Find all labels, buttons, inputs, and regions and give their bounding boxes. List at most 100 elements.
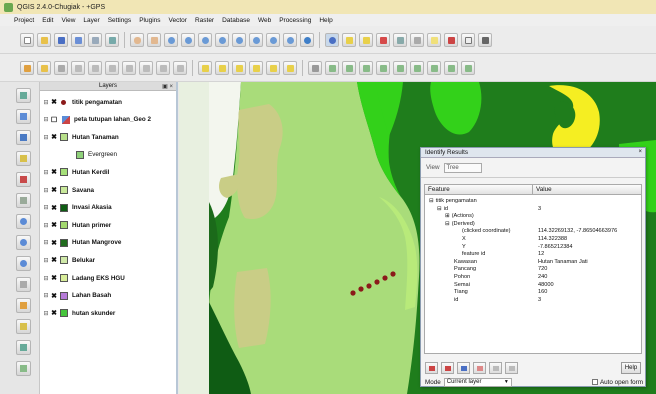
digitize-2-icon[interactable] bbox=[342, 60, 356, 75]
refresh-icon[interactable] bbox=[300, 32, 314, 47]
paste-features-icon[interactable] bbox=[173, 60, 187, 75]
text-annotation-icon[interactable] bbox=[461, 32, 475, 47]
move-label-icon[interactable] bbox=[249, 60, 263, 75]
zoom-next-icon[interactable] bbox=[283, 32, 297, 47]
add-spatialite-layer-icon[interactable] bbox=[16, 151, 31, 166]
new-shapefile-icon[interactable] bbox=[16, 298, 31, 313]
tree-expander-icon[interactable]: ⊞ bbox=[445, 213, 450, 219]
map-observation-point[interactable] bbox=[366, 283, 372, 289]
layer-item[interactable]: ⊟ ✖ Hutan primer bbox=[40, 217, 176, 233]
tree-expander-icon[interactable]: ⊟ bbox=[445, 221, 450, 227]
digitize-icon[interactable] bbox=[325, 60, 339, 75]
tree-row[interactable]: Y -7.865212384 bbox=[425, 244, 641, 251]
tree-row[interactable]: ⊟ id 3 bbox=[425, 206, 641, 213]
delete-selected-icon[interactable] bbox=[122, 60, 136, 75]
tree-row[interactable]: Pohon 240 bbox=[425, 274, 641, 281]
tree-row[interactable]: Semai 48000 bbox=[425, 282, 641, 289]
tree-row[interactable]: Pancang 720 bbox=[425, 266, 641, 273]
menu-project[interactable]: Project bbox=[14, 17, 34, 24]
zoom-layer-icon[interactable] bbox=[249, 32, 263, 47]
tree-row[interactable]: X 114.322388 bbox=[425, 236, 641, 243]
layer-item[interactable]: ⊟ ✖ Belukar bbox=[40, 252, 176, 268]
rotate-label-icon[interactable] bbox=[266, 60, 280, 75]
menu-layer[interactable]: Layer bbox=[83, 17, 99, 24]
layer-visibility-checkbox[interactable]: ✖ bbox=[50, 309, 58, 317]
zoom-full-icon[interactable] bbox=[215, 32, 229, 47]
open-attribute-table-icon[interactable] bbox=[393, 32, 407, 47]
digitize-9-icon[interactable] bbox=[461, 60, 475, 75]
add-raster-layer-icon[interactable] bbox=[16, 109, 31, 124]
expand-toggle-icon[interactable]: ⊟ bbox=[42, 169, 50, 176]
add-feature-icon[interactable] bbox=[71, 60, 85, 75]
map-observation-point[interactable] bbox=[390, 271, 396, 277]
copy-feature-icon[interactable] bbox=[489, 362, 502, 374]
digitize-5-icon[interactable] bbox=[393, 60, 407, 75]
save-as-icon[interactable] bbox=[71, 32, 85, 47]
layer-item[interactable]: ⊟ ✖ Hutan Tanaman bbox=[40, 129, 176, 145]
pan-to-selection-icon[interactable] bbox=[147, 32, 161, 47]
menu-view[interactable]: View bbox=[61, 17, 75, 24]
save-project-icon[interactable] bbox=[54, 32, 68, 47]
add-delimited-text-icon[interactable] bbox=[16, 277, 31, 292]
expand-toggle-icon[interactable]: ⊟ bbox=[42, 204, 50, 211]
panel-float-close-icon[interactable]: ▣ × bbox=[162, 83, 173, 90]
expand-new-results-icon[interactable] bbox=[457, 362, 470, 374]
map-observation-point[interactable] bbox=[350, 290, 356, 296]
map-observation-point[interactable] bbox=[382, 275, 388, 281]
layer-visibility-checkbox[interactable]: ✖ bbox=[50, 98, 58, 106]
tree-expander-icon[interactable]: ⊟ bbox=[437, 206, 442, 212]
tree-row[interactable]: Tiang 160 bbox=[425, 289, 641, 296]
tree-row[interactable]: ⊞ (Actions) bbox=[425, 213, 641, 220]
new-spatialite-icon[interactable] bbox=[16, 319, 31, 334]
tree-row[interactable]: ⊟ (Derived) bbox=[425, 221, 641, 228]
toggle-editing-pencil-icon[interactable] bbox=[37, 60, 51, 75]
identify-results-tree[interactable]: Feature Value ⊟ titik pengamatan ⊟ id 3 ⊞ (Act… bbox=[424, 184, 642, 354]
layer-item[interactable]: Evergreen bbox=[40, 147, 176, 163]
add-wfs-layer-icon[interactable] bbox=[16, 256, 31, 271]
layer-item[interactable]: ⊟ ✖ titik pengamatan bbox=[40, 94, 176, 110]
menu-processing[interactable]: Processing bbox=[279, 17, 311, 24]
expand-toggle-icon[interactable]: ⊟ bbox=[42, 275, 50, 282]
expand-toggle-icon[interactable]: ⊟ bbox=[42, 187, 50, 194]
zoom-out-icon[interactable] bbox=[181, 32, 195, 47]
layer-visibility-checkbox[interactable]: ✖ bbox=[50, 204, 58, 212]
tree-row[interactable]: Kawasan Hutan Tanaman Jati bbox=[425, 259, 641, 266]
menu-edit[interactable]: Edit bbox=[42, 17, 53, 24]
menu-raster[interactable]: Raster bbox=[195, 17, 214, 24]
feature-column-header[interactable]: Feature bbox=[425, 185, 533, 194]
menu-settings[interactable]: Settings bbox=[108, 17, 132, 24]
layer-item[interactable]: ⊟ ☐ peta tutupan lahan_Geo 2 bbox=[40, 112, 176, 128]
add-oracle-layer-icon[interactable] bbox=[16, 193, 31, 208]
whats-this-help-icon[interactable] bbox=[478, 32, 492, 47]
add-mssql-layer-icon[interactable] bbox=[16, 172, 31, 187]
layer-item[interactable]: ⊟ ✖ Invasi Akasia bbox=[40, 200, 176, 216]
clear-results-icon[interactable] bbox=[473, 362, 486, 374]
copy-features-icon[interactable] bbox=[156, 60, 170, 75]
expand-toggle-icon[interactable]: ⊟ bbox=[42, 99, 50, 106]
select-features-icon[interactable] bbox=[342, 32, 356, 47]
layer-item[interactable]: ⊟ ✖ Lahan Basah bbox=[40, 288, 176, 304]
close-icon[interactable]: × bbox=[638, 149, 642, 155]
menu-plugins[interactable]: Plugins bbox=[139, 17, 160, 24]
show-hide-labels-icon[interactable] bbox=[232, 60, 246, 75]
expand-toggle-icon[interactable]: ⊟ bbox=[42, 257, 50, 264]
layer-visibility-checkbox[interactable]: ✖ bbox=[50, 274, 58, 282]
new-project-icon[interactable] bbox=[20, 32, 34, 47]
map-tips-icon[interactable] bbox=[427, 32, 441, 47]
auto-open-form-checkbox[interactable] bbox=[591, 379, 598, 385]
expand-toggle-icon[interactable]: ⊟ bbox=[42, 239, 50, 246]
layer-visibility-checkbox[interactable]: ✖ bbox=[50, 256, 58, 264]
add-wms-layer-icon[interactable] bbox=[16, 214, 31, 229]
layer-visibility-checkbox[interactable]: ✖ bbox=[50, 221, 58, 229]
cut-features-icon[interactable] bbox=[139, 60, 153, 75]
digitize-4-icon[interactable] bbox=[376, 60, 390, 75]
expand-toggle-icon[interactable]: ⊟ bbox=[42, 222, 50, 229]
zoom-last-icon[interactable] bbox=[266, 32, 280, 47]
expand-toggle-icon[interactable]: ⊟ bbox=[42, 134, 50, 141]
pan-hand-icon[interactable] bbox=[130, 32, 144, 47]
zoom-actual-icon[interactable] bbox=[198, 32, 212, 47]
label-tool-icon[interactable] bbox=[198, 60, 212, 75]
select-by-expression-icon[interactable] bbox=[376, 32, 390, 47]
composer-manager-icon[interactable] bbox=[105, 32, 119, 47]
menu-database[interactable]: Database bbox=[222, 17, 250, 24]
